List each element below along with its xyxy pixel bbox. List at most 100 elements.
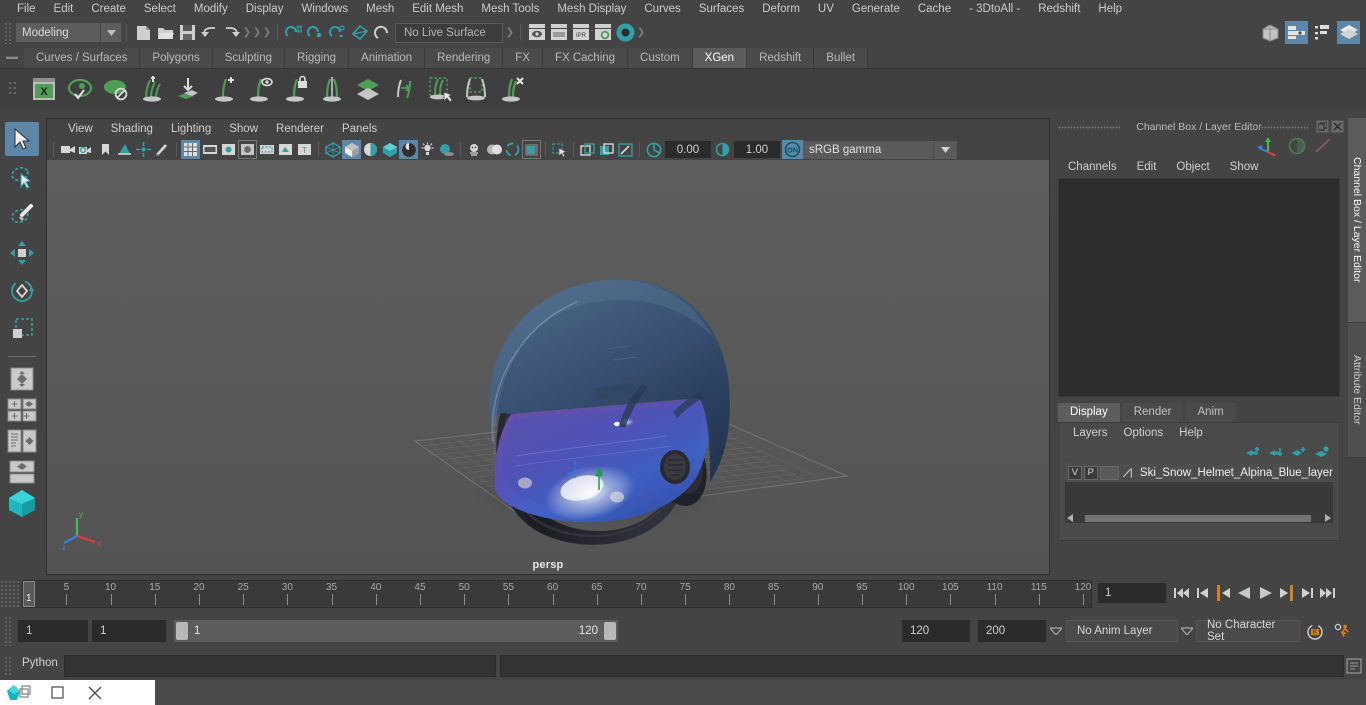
layer-display-type-chip[interactable]: [1100, 466, 1119, 480]
camera-attributes-icon[interactable]: [77, 140, 96, 159]
menu-help[interactable]: Help: [1089, 0, 1131, 19]
modeling-toolkit-icon[interactable]: [1259, 21, 1282, 44]
snap-view-plane-icon[interactable]: [371, 22, 393, 44]
menu-redshift[interactable]: Redshift: [1029, 0, 1089, 19]
layers-menu[interactable]: Layers: [1065, 427, 1116, 439]
snap-curve-icon[interactable]: [305, 22, 327, 44]
shelf-tab-fx-caching[interactable]: FX Caching: [543, 48, 628, 68]
xgen-editor-icon[interactable]: X: [26, 71, 62, 107]
status-section-toggle-4[interactable]: ❯: [505, 23, 515, 43]
layer-playback-toggle[interactable]: P: [1084, 466, 1098, 480]
range-start-handle[interactable]: [176, 622, 188, 640]
layer-list[interactable]: V P Ski_Snow_Helmet_Alpina_Blue_layer: [1065, 463, 1333, 523]
image-plane-icon[interactable]: [115, 140, 134, 159]
snap-grid-icon[interactable]: [283, 22, 305, 44]
multisample-icon[interactable]: [503, 140, 522, 159]
render-sequence-icon[interactable]: [548, 22, 570, 44]
depth-of-field-icon[interactable]: [522, 140, 541, 159]
undo-icon[interactable]: [198, 22, 220, 44]
film-origin-icon[interactable]: [257, 140, 276, 159]
range-end-handle[interactable]: [604, 622, 616, 640]
menu-display[interactable]: Display: [237, 0, 293, 19]
two-d-pan-zoom-icon[interactable]: [134, 140, 153, 159]
time-slider-grip[interactable]: [0, 580, 20, 608]
command-input[interactable]: [64, 655, 496, 677]
undock-icon[interactable]: [1316, 120, 1329, 133]
time-playhead[interactable]: 1: [23, 581, 35, 607]
tab-display[interactable]: Display: [1058, 403, 1120, 422]
go-to-start-icon[interactable]: [1172, 582, 1190, 604]
bookmark-icon[interactable]: [96, 140, 115, 159]
attribute-editor-icon[interactable]: [1285, 21, 1308, 44]
step-back-keyframe-icon[interactable]: [1193, 582, 1211, 604]
channel-object-menu[interactable]: Object: [1166, 161, 1219, 173]
close-button[interactable]: [76, 680, 114, 705]
shelf-tab-grip[interactable]: [0, 46, 24, 68]
tab-anim[interactable]: Anim: [1185, 403, 1235, 422]
menu-cache[interactable]: Cache: [909, 0, 960, 19]
channels-menu[interactable]: Channels: [1058, 161, 1127, 173]
paint-select-tool-button[interactable]: [5, 198, 39, 232]
rotate-tool-button[interactable]: [5, 274, 39, 308]
layer-editor-icon[interactable]: [1337, 21, 1360, 44]
menu-edit[interactable]: Edit: [45, 0, 83, 19]
status-line-grip[interactable]: [4, 22, 12, 44]
rotate-disc-icon[interactable]: [1288, 137, 1306, 155]
layer-name[interactable]: Ski_Snow_Helmet_Alpina_Blue_layer: [1136, 467, 1333, 479]
shelf-tab-xgen[interactable]: XGen: [693, 48, 747, 68]
auto-keyframe-icon[interactable]: K: [1306, 623, 1324, 644]
new-layer-from-selected-icon[interactable]: [1292, 446, 1306, 458]
menu-create[interactable]: Create: [82, 0, 135, 19]
menu-set-selector[interactable]: Modeling: [16, 23, 100, 42]
shelf-tab-curves-surfaces[interactable]: Curves / Surfaces: [24, 48, 140, 68]
xgen-convert-guides-icon[interactable]: [386, 71, 422, 107]
shelf-tab-rendering[interactable]: Rendering: [425, 48, 503, 68]
status-section-toggle-2[interactable]: ❯: [252, 23, 262, 43]
play-forwards-icon[interactable]: [1256, 582, 1274, 604]
xgen-patch-icon[interactable]: [350, 71, 386, 107]
shaded-wireframe-icon[interactable]: [361, 140, 380, 159]
xgen-preview-icon[interactable]: [62, 71, 98, 107]
xray-icon[interactable]: [578, 140, 597, 159]
menu-edit-mesh[interactable]: Edit Mesh: [403, 0, 472, 19]
range-end-field[interactable]: 120: [902, 620, 970, 642]
range-slider-grip[interactable]: [4, 616, 13, 646]
new-layer-icon[interactable]: [1315, 446, 1329, 458]
resolution-gate-icon[interactable]: [219, 140, 238, 159]
menu-mesh-display[interactable]: Mesh Display: [548, 0, 635, 19]
lasso-select-tool-button[interactable]: [5, 160, 39, 194]
menu-mesh-tools[interactable]: Mesh Tools: [472, 0, 548, 19]
screen-space-ao-icon[interactable]: [465, 140, 484, 159]
select-camera-icon[interactable]: [58, 140, 77, 159]
command-line-grip[interactable]: [4, 656, 13, 676]
select-tool-button[interactable]: [5, 122, 39, 156]
layer-color-swatch-icon[interactable]: [1121, 466, 1134, 480]
isolate-select-icon[interactable]: [550, 140, 569, 159]
status-section-toggle-5[interactable]: ❯: [636, 23, 646, 43]
ipr-render-icon[interactable]: IPR: [570, 22, 592, 44]
scroll-right-arrow-icon[interactable]: [1323, 514, 1331, 522]
xray-joints-icon[interactable]: [597, 140, 616, 159]
xgen-import-collection-icon[interactable]: [170, 71, 206, 107]
character-set-dropdown-arrow[interactable]: [1181, 626, 1193, 636]
hypershade-icon[interactable]: [614, 22, 636, 44]
layout-four-view-button[interactable]: [4, 396, 40, 424]
channel-show-menu[interactable]: Show: [1220, 161, 1269, 173]
color-profile-field[interactable]: sRGB gamma: [803, 141, 933, 159]
viewport-menu-show[interactable]: Show: [220, 123, 267, 135]
scale-tool-button[interactable]: [5, 312, 39, 346]
shelf-tab-polygons[interactable]: Polygons: [140, 48, 212, 68]
range-start-field[interactable]: 1: [92, 620, 166, 642]
current-frame-field[interactable]: 1: [1098, 583, 1166, 603]
layout-single-perspective-button[interactable]: [4, 365, 40, 393]
film-gate-icon[interactable]: [200, 140, 219, 159]
viewport-canvas[interactable]: y x z persp: [47, 160, 1049, 574]
time-slider[interactable]: 1 51015202530354045505560657075808590951…: [22, 580, 1092, 608]
xgen-select-region-icon[interactable]: [422, 71, 458, 107]
snap-point-icon[interactable]: [327, 22, 349, 44]
menu-3dtoall[interactable]: - 3DtoAll -: [960, 0, 1029, 19]
channel-box-content[interactable]: [1058, 178, 1340, 397]
color-profile-dropdown-arrow[interactable]: [933, 141, 957, 159]
layer-visibility-toggle[interactable]: V: [1068, 466, 1082, 480]
menu-uv[interactable]: UV: [809, 0, 843, 19]
